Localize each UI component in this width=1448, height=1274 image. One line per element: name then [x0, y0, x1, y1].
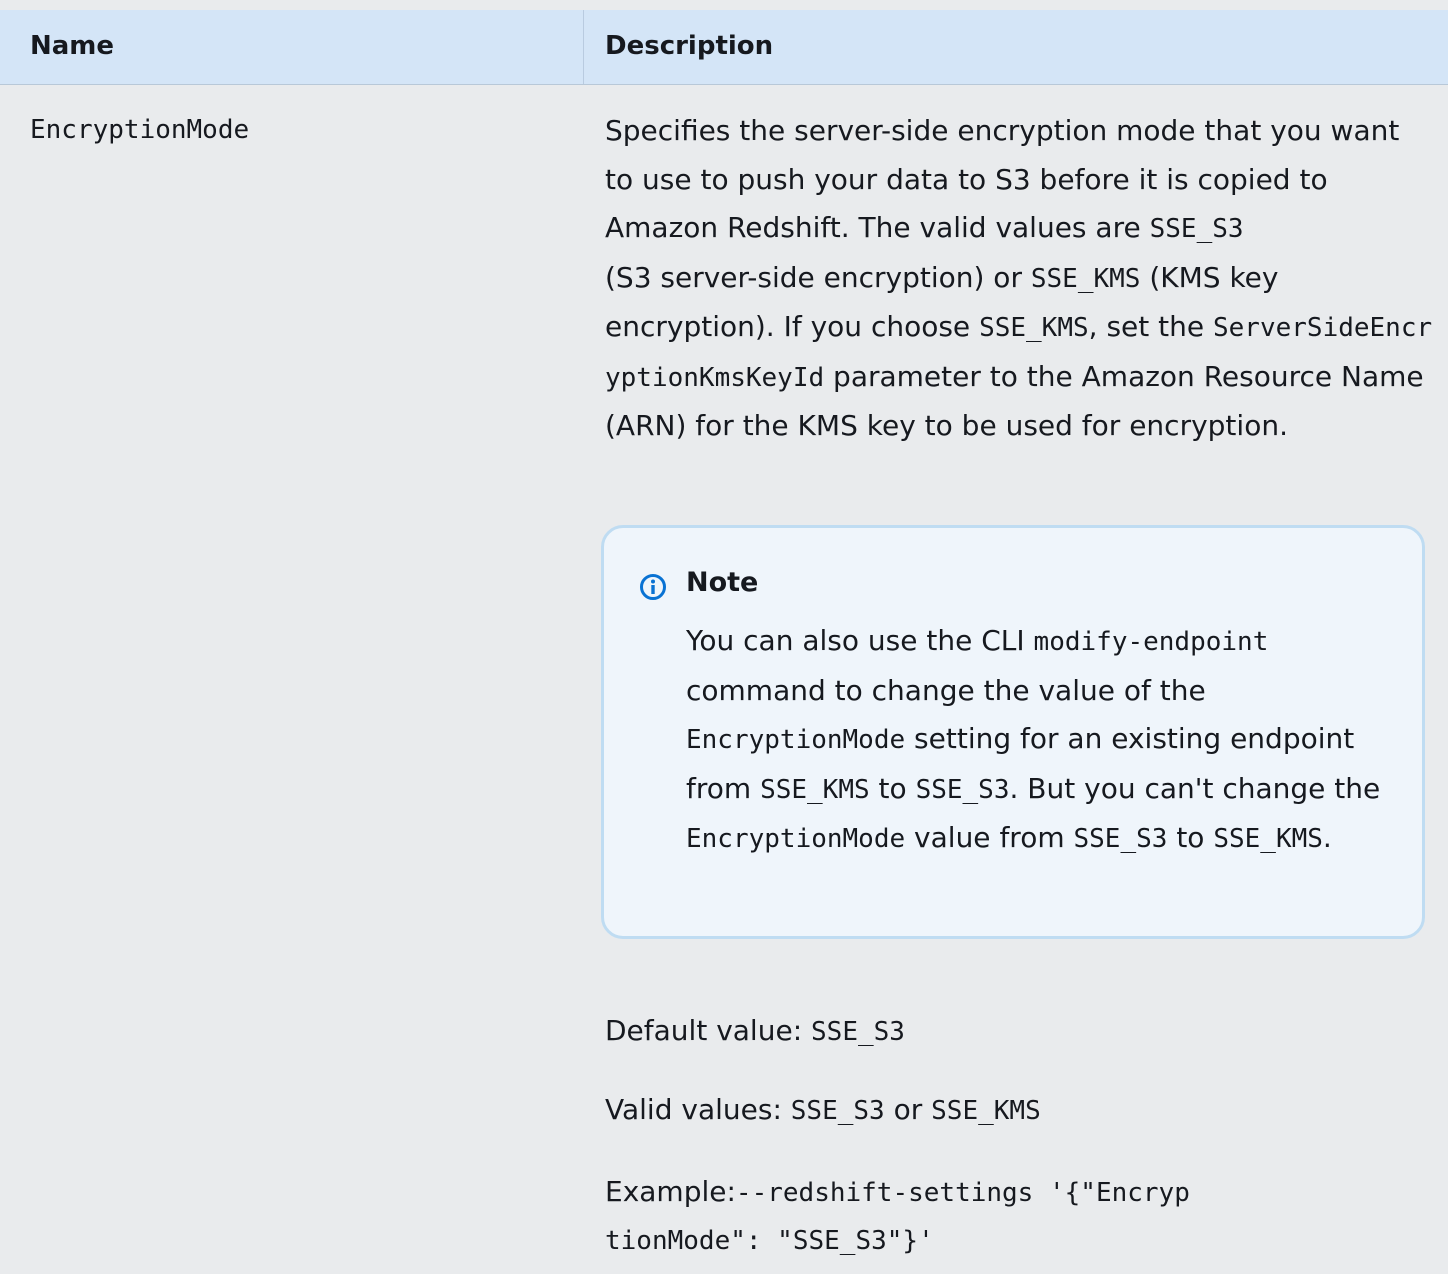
code-encryption-mode: EncryptionMode — [686, 725, 906, 755]
parameters-table: Name Description EncryptionMode Specifie… — [0, 0, 1448, 1274]
note-callout: Note You can also use the CLI modify-end… — [601, 525, 1425, 939]
valid-values: Valid values: SSE_S3 or SSE_KMS — [605, 1093, 1041, 1126]
description-paragraph: Specifies the server-side encryption mod… — [605, 114, 1433, 442]
code-sse-s3: SSE_S3 — [1149, 214, 1244, 244]
code-encryption-mode: EncryptionMode — [686, 824, 906, 854]
code-sse-kms: SSE_KMS — [1030, 263, 1141, 294]
default-value: Default value: SSE_S3 — [605, 1014, 905, 1047]
example-line: Example:--redshift-settings '{"Encryp — [605, 1175, 1190, 1208]
code-sse-kms: SSE_KMS — [979, 313, 1089, 343]
note-text: You can also use the CLI modify-endpoint… — [686, 624, 1381, 854]
header-name: Name — [30, 31, 115, 61]
code-modify-endpoint: modify-endpoint — [1033, 627, 1269, 657]
note-title: Note — [686, 567, 759, 598]
info-icon — [640, 574, 666, 600]
column-divider — [583, 10, 584, 84]
header-description: Description — [605, 31, 774, 61]
parameter-description: Specifies the server-side encryption mod… — [605, 107, 1435, 451]
example-code-continued: tionMode": "SSE_S3"}' — [605, 1226, 934, 1256]
example-code: --redshift-settings '{"Encryp — [735, 1178, 1190, 1208]
parameter-name: EncryptionMode — [30, 115, 250, 145]
example-line-continued: tionMode": "SSE_S3"}' — [605, 1220, 934, 1261]
